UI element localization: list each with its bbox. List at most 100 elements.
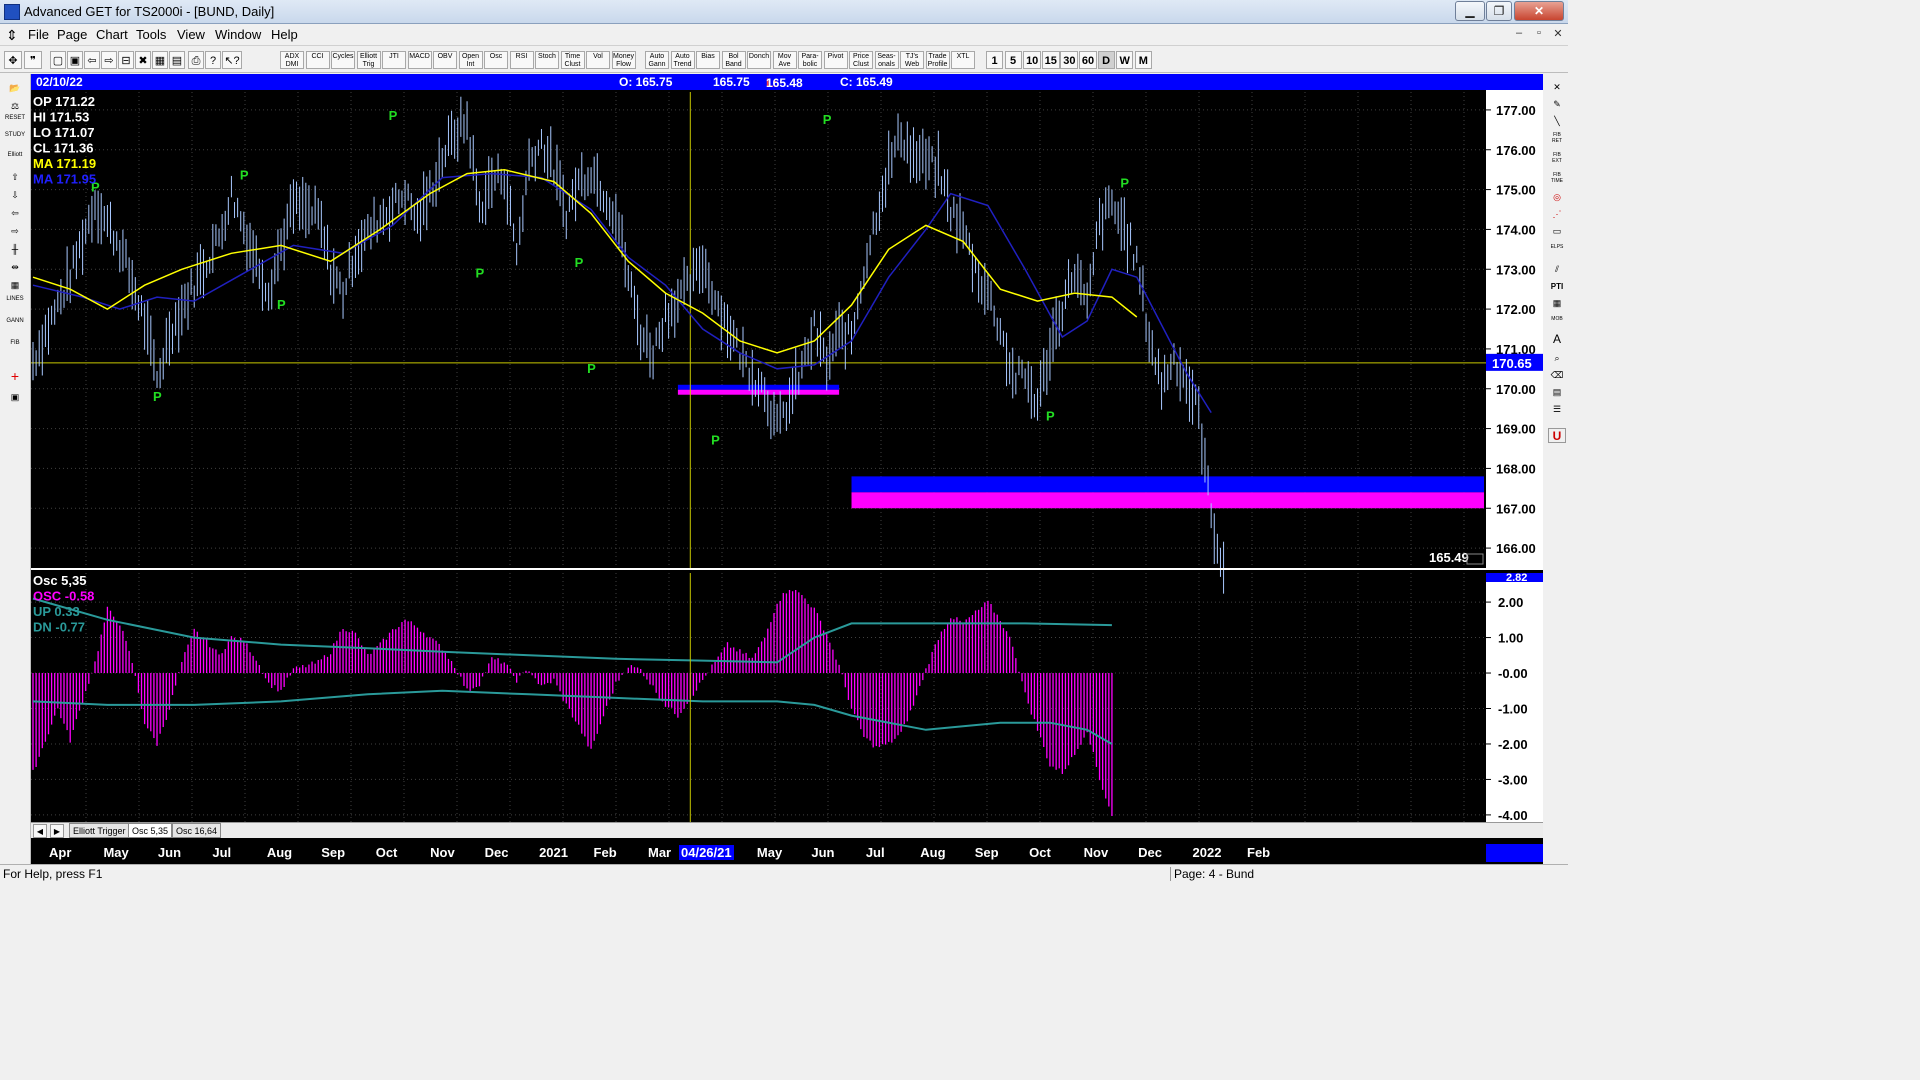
tab-osc-5-35[interactable]: Osc 5,35 [128,823,173,838]
study-button-25[interactable]: Trade Profile [925,51,950,69]
layers-icon[interactable]: ▣ [4,389,26,405]
study-button-11[interactable]: Time Clust [560,51,585,69]
undo-button[interactable]: U [1548,428,1566,443]
menu-chart[interactable]: Chart [96,27,128,42]
spiral-icon[interactable]: ◎ [1548,190,1566,205]
fib-time-button[interactable]: FIB TIME [1548,172,1566,187]
draw-line-icon[interactable]: ╲ [1548,114,1566,129]
menu-view[interactable]: View [177,27,205,42]
study-button-0[interactable]: ADX DMI [280,51,304,69]
interval-button-10[interactable]: 10 [1023,51,1042,69]
arrow-up-icon[interactable]: ⇧ [4,169,26,185]
fib-button[interactable]: FIB [4,340,26,356]
context-help-icon[interactable]: ↖? [222,51,242,69]
study-button-4[interactable]: JTI [382,51,406,69]
channel-icon[interactable]: ⫽ [1548,262,1566,277]
compress-icon[interactable]: ⇹ [4,259,26,275]
study-button-6[interactable]: OBV [433,51,457,69]
reset-button[interactable]: RESET [4,115,26,131]
tab-scroll-left-icon[interactable]: ◀ [33,824,47,838]
study-button-18[interactable]: Donch [747,51,771,69]
study-button-15[interactable]: Auto Trend [670,51,695,69]
study-button-23[interactable]: Seas- onals [874,51,899,69]
lines-button[interactable]: LINES [4,296,26,312]
menu-window[interactable]: Window [215,27,261,42]
study-button-26[interactable]: XTL [951,51,975,69]
study-button-12[interactable]: Vol [586,51,610,69]
study-button[interactable]: STUDY [4,132,26,148]
fib-extension-button[interactable]: FIB EXT [1548,152,1566,167]
study-button-21[interactable]: Pivot [823,51,848,69]
menu-page[interactable]: Page [57,27,87,42]
scales-icon[interactable]: ⚖ [4,98,26,114]
study-button-5[interactable]: MACD [407,51,432,69]
document-icon[interactable]: ⇕ [6,27,18,44]
copy-icon[interactable]: ▣ [67,51,83,69]
study-button-3[interactable]: Elliott Trig [356,51,381,69]
arrow-left-icon[interactable]: ⇦ [4,205,26,221]
interval-button-D[interactable]: D [1097,51,1115,69]
list-icon[interactable]: ☰ [1548,402,1566,417]
interval-button-M[interactable]: M [1134,51,1152,69]
study-button-22[interactable]: Price Clust [849,51,873,69]
text-tool-button[interactable]: A [1548,332,1566,347]
move-icon[interactable]: ✥ [4,51,22,69]
study-button-10[interactable]: Stoch [535,51,559,69]
tab-scroll-right-icon[interactable]: ▶ [50,824,64,838]
minimize-button[interactable]: ▁ [1455,1,1485,21]
tab-elliott-trigger[interactable]: Elliott Trigger [69,823,130,838]
interval-button-W[interactable]: W [1116,51,1134,69]
elliott-button[interactable]: Elliott [4,152,26,168]
study-button-14[interactable]: Auto Gann [645,51,669,69]
menu-help[interactable]: Help [271,27,298,42]
tab-osc-16-64[interactable]: Osc 16,64 [172,823,222,838]
interval-button-15[interactable]: 15 [1041,51,1060,69]
grid-toggle-icon[interactable]: ▦ [4,277,26,293]
menu-file[interactable]: File [28,27,49,42]
grid-icon[interactable]: ▦ [152,51,168,69]
interval-button-60[interactable]: 60 [1079,51,1097,69]
interval-button-1[interactable]: 1 [986,51,1003,69]
ellipse-button[interactable]: ELPS [1548,244,1566,259]
study-button-20[interactable]: Para- bolic [798,51,822,69]
study-button-19[interactable]: Mov Ave [772,51,797,69]
study-button-16[interactable]: Bias [696,51,720,69]
fib-retracement-button[interactable]: FIB RET [1548,132,1566,147]
mdi-close-button[interactable]: ✕ [1549,27,1567,43]
print-icon[interactable]: ⎙ [188,51,204,69]
box-icon[interactable]: ▭ [1548,224,1566,239]
scroll-left-icon[interactable]: ⇦ [84,51,100,69]
erase-icon[interactable]: ⌫ [1548,368,1566,383]
bars-icon[interactable]: ╫ [4,241,26,257]
arrow-down-icon[interactable]: ⇩ [4,187,26,203]
study-button-8[interactable]: Osc [484,51,508,69]
zoom-icon[interactable]: ⌕ [1548,351,1566,366]
mdi-minimize-button[interactable]: – [1510,27,1528,43]
table-icon[interactable]: ▦ [1548,296,1566,311]
chart-icon[interactable]: ▤ [169,51,185,69]
fan-icon[interactable]: ⋰ [1548,207,1566,222]
quote-icon[interactable]: ❞ [24,51,42,69]
study-button-2[interactable]: Cycles [331,51,355,69]
study-button-7[interactable]: Open Int [458,51,483,69]
study-button-24[interactable]: TJ's Web [900,51,924,69]
close-tool-icon[interactable]: ✕ [1548,80,1566,95]
note-icon[interactable]: ▤ [1548,385,1566,400]
arrow-right-icon[interactable]: ⇨ [4,223,26,239]
open-icon[interactable]: 📂 [4,80,26,96]
close-button[interactable]: ✕ [1514,1,1564,21]
mdi-restore-button[interactable]: ▫ [1530,27,1548,43]
chart-area[interactable]: 02/10/22 O: 165.75 165.75 L: 165.48 C: 1… [31,74,1543,864]
study-button-1[interactable]: CCI [305,51,330,69]
study-button-17[interactable]: Bol Band [721,51,746,69]
maximize-button[interactable]: ❐ [1486,1,1512,21]
mob-button[interactable]: MOB [1548,316,1566,331]
gann-button[interactable]: GANN [4,318,26,334]
help-icon[interactable]: ? [205,51,221,69]
zoom-out-icon[interactable]: ⊟ [118,51,134,69]
new-page-icon[interactable]: ▢ [50,51,66,69]
interval-button-30[interactable]: 30 [1060,51,1079,69]
interval-button-5[interactable]: 5 [1004,51,1022,69]
pti-button[interactable]: PTI [1548,279,1566,294]
menu-tools[interactable]: Tools [136,27,166,42]
